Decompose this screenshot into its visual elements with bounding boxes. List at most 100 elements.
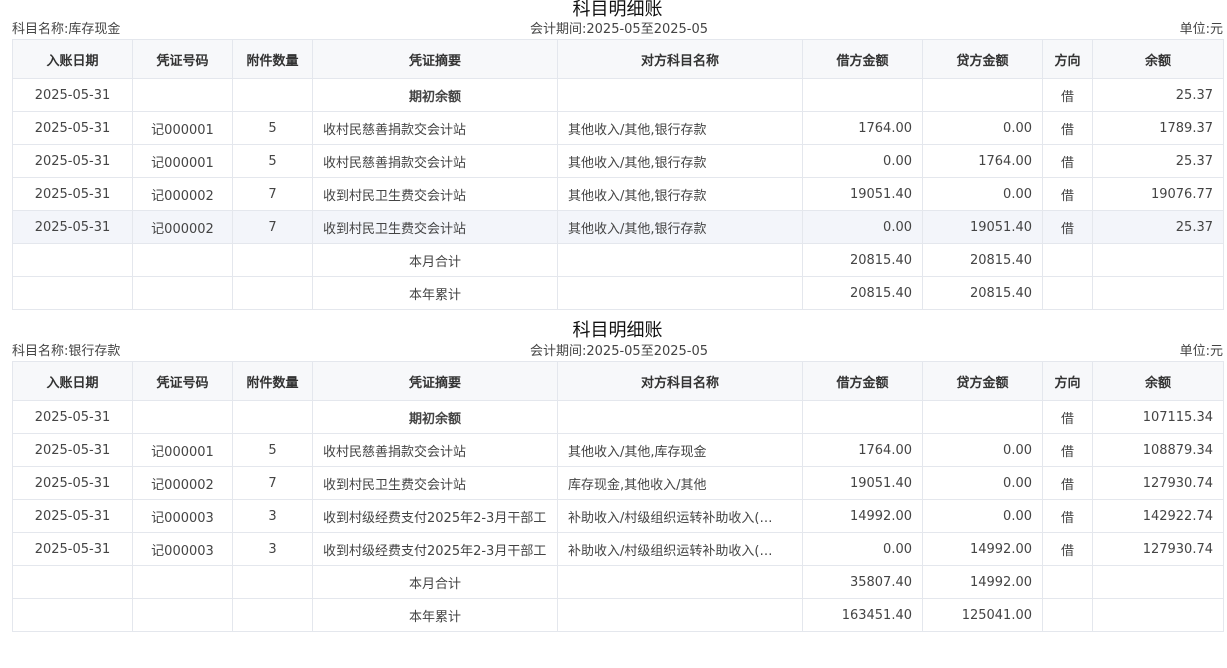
cell-credit: 1764.00	[922, 144, 1043, 178]
cell-balance: 25.37	[1092, 210, 1224, 244]
table-row[interactable]: 2025-05-31 记000001 5 收村民慈善捐款交会计站 其他收入/其他…	[12, 144, 1224, 178]
subject-name: 科目名称:库存现金	[12, 22, 121, 37]
yearly-total-row: 本年累计 163451.40 125041.00	[12, 598, 1224, 632]
accounting-period: 会计期间:2025-05至2025-05	[530, 344, 709, 359]
table-row[interactable]: 2025-05-31 记000001 5 收村民慈善捐款交会计站 其他收入/其他…	[12, 111, 1224, 145]
header-direction[interactable]: 方向	[1042, 39, 1093, 79]
header-summary[interactable]: 凭证摘要	[312, 361, 558, 401]
cell-debit: 19051.40	[802, 177, 923, 211]
table-row[interactable]: 2025-05-31 记000003 3 收到村级经费支付2025年2-3月干部…	[12, 532, 1224, 566]
cell-date: 2025-05-31	[12, 400, 133, 434]
header-summary[interactable]: 凭证摘要	[312, 39, 558, 79]
cell-credit	[922, 78, 1043, 112]
header-debit[interactable]: 借方金额	[802, 361, 923, 401]
cell-summary: 收到村民卫生费交会计站	[312, 466, 558, 500]
accounting-period: 会计期间:2025-05至2025-05	[530, 22, 709, 37]
cell-direction: 借	[1042, 499, 1093, 533]
table-row[interactable]: 2025-05-31 记000003 3 收到村级经费支付2025年2-3月干部…	[12, 499, 1224, 533]
cell-credit: 0.00	[922, 111, 1043, 145]
table-row-hovered[interactable]: 2025-05-31 记000002 7 收到村民卫生费交会计站 其他收入/其他…	[12, 210, 1224, 244]
voucher-link[interactable]: 记000002	[132, 466, 233, 500]
cell-attachments	[232, 78, 313, 112]
voucher-link[interactable]	[132, 78, 233, 112]
cell-voucher	[132, 598, 233, 632]
cell-counter-account: 其他收入/其他,银行存款	[557, 210, 803, 244]
voucher-link[interactable]: 记000002	[132, 210, 233, 244]
cell-summary: 本月合计	[312, 565, 558, 599]
voucher-link[interactable]: 记000001	[132, 433, 233, 467]
cell-date: 2025-05-31	[12, 532, 133, 566]
header-date[interactable]: 入账日期	[12, 39, 133, 79]
cell-credit: 14992.00	[922, 532, 1043, 566]
cell-direction	[1042, 243, 1093, 277]
cell-summary: 本年累计	[312, 276, 558, 310]
voucher-link[interactable]: 记000003	[132, 532, 233, 566]
cell-credit: 0.00	[922, 466, 1043, 500]
cell-attachments	[232, 565, 313, 599]
header-credit[interactable]: 贷方金额	[922, 39, 1043, 79]
cell-date	[12, 565, 133, 599]
cell-direction	[1042, 565, 1093, 599]
cell-summary: 期初余额	[312, 400, 558, 434]
header-debit[interactable]: 借方金额	[802, 39, 923, 79]
table-row[interactable]: 2025-05-31 期初余额 借 25.37	[12, 78, 1224, 112]
cell-attachments: 5	[232, 144, 313, 178]
voucher-link[interactable]	[132, 400, 233, 434]
cell-attachments	[232, 598, 313, 632]
cell-direction	[1042, 276, 1093, 310]
voucher-link[interactable]: 记000002	[132, 177, 233, 211]
header-date[interactable]: 入账日期	[12, 361, 133, 401]
monthly-total-row: 本月合计 35807.40 14992.00	[12, 565, 1224, 599]
cell-direction: 借	[1042, 144, 1093, 178]
cell-credit: 0.00	[922, 433, 1043, 467]
cell-counter-account	[557, 598, 803, 632]
yearly-total-row: 本年累计 20815.40 20815.40	[12, 276, 1224, 310]
cell-summary: 本年累计	[312, 598, 558, 632]
cell-attachments	[232, 400, 313, 434]
cell-credit: 125041.00	[922, 598, 1043, 632]
cell-credit	[922, 400, 1043, 434]
cell-balance: 108879.34	[1092, 433, 1224, 467]
cell-credit: 20815.40	[922, 276, 1043, 310]
cell-summary: 收村民慈善捐款交会计站	[312, 144, 558, 178]
header-balance[interactable]: 余额	[1092, 39, 1224, 79]
voucher-link[interactable]: 记000001	[132, 111, 233, 145]
cell-direction: 借	[1042, 177, 1093, 211]
cell-counter-account: 其他收入/其他,银行存款	[557, 111, 803, 145]
cell-counter-account	[557, 276, 803, 310]
header-balance[interactable]: 余额	[1092, 361, 1224, 401]
cell-direction: 借	[1042, 532, 1093, 566]
cell-summary: 收村民慈善捐款交会计站	[312, 111, 558, 145]
voucher-link[interactable]: 记000003	[132, 499, 233, 533]
cell-credit: 0.00	[922, 177, 1043, 211]
cell-counter-account: 库存现金,其他收入/其他	[557, 466, 803, 500]
cell-date: 2025-05-31	[12, 78, 133, 112]
table-header: 入账日期 凭证号码 附件数量 凭证摘要 对方科目名称 借方金额 贷方金额 方向 …	[12, 39, 1224, 79]
cell-attachments: 7	[232, 210, 313, 244]
header-counter-account[interactable]: 对方科目名称	[557, 361, 803, 401]
cell-debit	[802, 400, 923, 434]
table-row[interactable]: 2025-05-31 记000002 7 收到村民卫生费交会计站 其他收入/其他…	[12, 177, 1224, 211]
table-row[interactable]: 2025-05-31 记000002 7 收到村民卫生费交会计站 库存现金,其他…	[12, 466, 1224, 500]
header-attachments[interactable]: 附件数量	[232, 361, 313, 401]
cell-attachments: 5	[232, 111, 313, 145]
header-voucher[interactable]: 凭证号码	[132, 39, 233, 79]
cell-direction: 借	[1042, 466, 1093, 500]
cell-summary: 期初余额	[312, 78, 558, 112]
cell-debit: 14992.00	[802, 499, 923, 533]
cell-debit: 19051.40	[802, 466, 923, 500]
voucher-link[interactable]: 记000001	[132, 144, 233, 178]
monthly-total-row: 本月合计 20815.40 20815.40	[12, 243, 1224, 277]
header-direction[interactable]: 方向	[1042, 361, 1093, 401]
cell-direction: 借	[1042, 433, 1093, 467]
cell-balance	[1092, 598, 1224, 632]
cell-direction: 借	[1042, 210, 1093, 244]
header-attachments[interactable]: 附件数量	[232, 39, 313, 79]
header-credit[interactable]: 贷方金额	[922, 361, 1043, 401]
table-row[interactable]: 2025-05-31 记000001 5 收村民慈善捐款交会计站 其他收入/其他…	[12, 433, 1224, 467]
cell-balance: 142922.74	[1092, 499, 1224, 533]
header-counter-account[interactable]: 对方科目名称	[557, 39, 803, 79]
header-voucher[interactable]: 凭证号码	[132, 361, 233, 401]
cell-counter-account: 其他收入/其他,银行存款	[557, 177, 803, 211]
table-row[interactable]: 2025-05-31 期初余额 借 107115.34	[12, 400, 1224, 434]
